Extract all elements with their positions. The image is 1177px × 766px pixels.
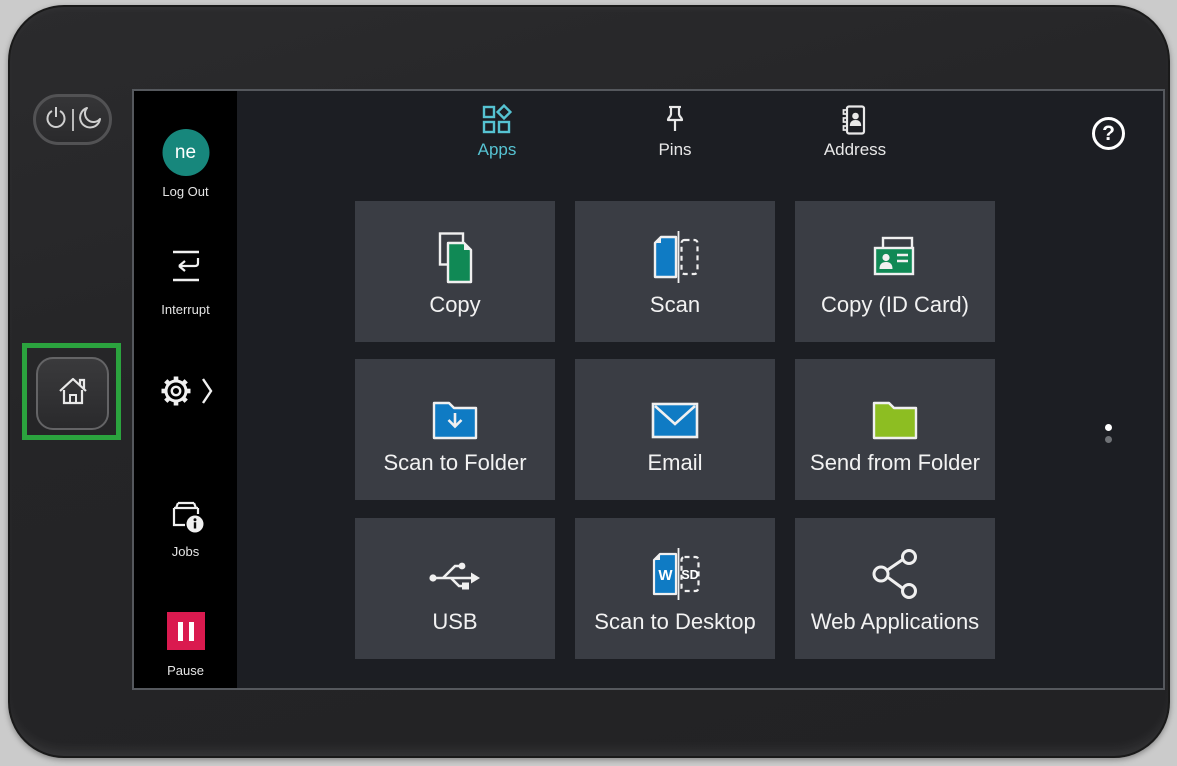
email-envelope-icon — [646, 383, 704, 443]
tab-pins[interactable]: Pins — [605, 103, 745, 160]
app-tile-send-from-folder[interactable]: Send from Folder — [795, 359, 995, 500]
address-book-icon — [785, 103, 925, 137]
moon-sleep-icon — [77, 104, 103, 135]
app-tile-email[interactable]: Email — [575, 359, 775, 500]
tab-apps[interactable]: Apps — [427, 103, 567, 160]
jobs-icon — [165, 493, 207, 540]
sidebar: ne Log Out Interrupt — [134, 91, 237, 688]
avatar-initials: ne — [175, 142, 196, 164]
share-network-icon — [867, 542, 923, 602]
scan-icon — [647, 225, 703, 285]
device-bezel: ne Log Out Interrupt — [8, 5, 1170, 758]
app-tile-scan-to-folder[interactable]: Scan to Folder — [355, 359, 555, 500]
power-sleep-button[interactable] — [33, 94, 112, 145]
app-tile-label: Copy — [429, 292, 480, 318]
logout-label[interactable]: Log Out — [134, 184, 237, 199]
app-tile-label: Copy (ID Card) — [821, 292, 969, 318]
tab-apps-label: Apps — [427, 140, 567, 160]
pause-icon — [178, 622, 183, 641]
app-tile-label: Send from Folder — [810, 450, 980, 476]
tab-address[interactable]: Address — [785, 103, 925, 160]
settings-button[interactable] — [134, 374, 237, 413]
app-tile-label: USB — [432, 609, 477, 635]
app-tile-label: Email — [647, 450, 702, 476]
copy-icon — [427, 225, 483, 285]
app-tile-label: Scan to Desktop — [594, 609, 755, 635]
app-tile-scan[interactable]: Scan — [575, 201, 775, 342]
jobs-label: Jobs — [134, 544, 237, 559]
tab-pins-label: Pins — [605, 140, 745, 160]
page-indicator-dot-active[interactable] — [1105, 424, 1112, 431]
folder-download-icon — [426, 383, 484, 443]
home-button[interactable] — [36, 357, 109, 430]
id-card-icon — [866, 225, 924, 285]
power-button-divider — [72, 109, 74, 131]
gear-icon — [159, 374, 193, 413]
app-tile-usb[interactable]: USB — [355, 518, 555, 659]
app-tile-label: Web Applications — [811, 609, 979, 635]
app-tile-label: Scan — [650, 292, 700, 318]
app-tile-label: Scan to Folder — [383, 450, 526, 476]
interrupt-label: Interrupt — [134, 302, 237, 317]
interrupt-icon — [166, 248, 206, 289]
help-button[interactable]: ? — [1092, 117, 1125, 150]
home-icon — [55, 374, 91, 413]
chevron-right-icon — [201, 376, 213, 411]
app-tile-copy[interactable]: Copy — [355, 201, 555, 342]
jobs-button[interactable] — [134, 493, 237, 540]
pin-icon — [605, 103, 745, 137]
pause-label: Pause — [134, 663, 237, 678]
help-icon: ? — [1102, 122, 1115, 146]
page-indicator-dot[interactable] — [1105, 436, 1112, 443]
svg-text:SD: SD — [681, 568, 698, 582]
wsd-scan-icon: W SD — [646, 542, 704, 602]
svg-text:W: W — [658, 567, 673, 584]
usb-icon — [426, 542, 484, 602]
pause-button[interactable] — [167, 612, 205, 650]
app-tile-copy-id-card[interactable]: Copy (ID Card) — [795, 201, 995, 342]
user-avatar[interactable]: ne — [162, 129, 209, 176]
folder-green-icon — [866, 383, 924, 443]
app-tile-web-applications[interactable]: Web Applications — [795, 518, 995, 659]
main-content: Apps Pins — [237, 91, 1163, 688]
app-tile-scan-to-desktop[interactable]: W SD Scan to Desktop — [575, 518, 775, 659]
interrupt-button[interactable] — [134, 248, 237, 289]
power-icon — [43, 104, 69, 135]
touchscreen: ne Log Out Interrupt — [132, 89, 1165, 690]
apps-icon — [427, 103, 567, 137]
tab-address-label: Address — [785, 140, 925, 160]
